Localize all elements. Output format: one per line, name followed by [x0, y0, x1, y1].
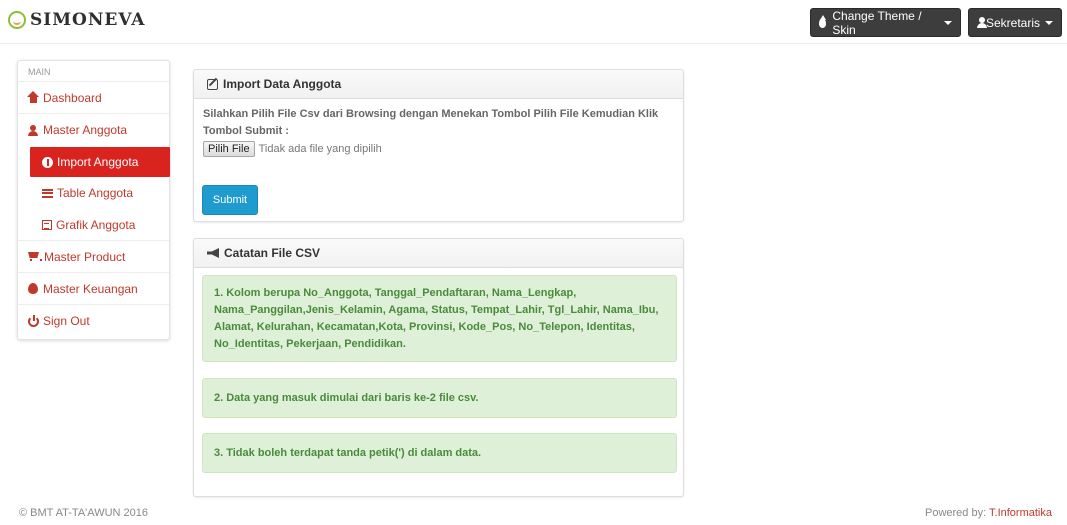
sidebar-item-label: Sign Out: [43, 314, 90, 328]
user-icon: [977, 17, 987, 28]
chart-icon: [42, 219, 52, 230]
sidebar-item-label: Dashboard: [43, 90, 102, 105]
list-icon: [42, 188, 53, 198]
sidebar-item-table-anggota[interactable]: Table Anggota: [18, 177, 169, 209]
panel-title: Import Data Anggota: [223, 77, 342, 91]
user-menu-label: Sekretaris: [985, 15, 1040, 30]
sidebar-item-master-keuangan[interactable]: Master Keuangan: [18, 273, 169, 305]
info-circle-icon: [42, 156, 53, 168]
sidebar-item-label: Table Anggota: [57, 186, 134, 200]
top-navbar: SIMONEVA Change Theme / Skin Sekretaris: [0, 0, 1067, 44]
panel-header: Import Data Anggota: [194, 70, 683, 99]
change-theme-button[interactable]: Change Theme / Skin: [810, 8, 961, 37]
sidebar-item-master-anggota[interactable]: Master Anggota: [18, 114, 169, 146]
panel-title: Catatan File CSV: [224, 246, 321, 260]
sidebar: MAIN Dashboard Master Anggota Import Ang…: [17, 60, 170, 340]
note-alert: 1. Kolom berupa No_Anggota, Tanggal_Pend…: [202, 275, 677, 362]
import-panel: Import Data Anggota Silahkan Pilih File …: [193, 69, 684, 222]
sidebar-section-label: MAIN: [18, 61, 169, 82]
sidebar-item-dashboard[interactable]: Dashboard: [18, 82, 169, 114]
note-text: 2. Data yang masuk dimulai dari baris ke…: [214, 391, 479, 404]
user-menu-button[interactable]: Sekretaris: [968, 8, 1062, 37]
panel-header: Catatan File CSV: [194, 239, 683, 268]
cart-icon: [28, 252, 42, 261]
sidebar-item-label: Master Anggota: [43, 123, 128, 137]
caret-down-icon: [944, 20, 952, 25]
footer-copyright: © BMT AT-TA'AWUN 2016: [19, 507, 148, 519]
bullhorn-icon: [207, 248, 219, 258]
csv-notes-panel: Catatan File CSV 1. Kolom berupa No_Angg…: [193, 238, 684, 497]
sidebar-item-import-anggota[interactable]: Import Anggota: [30, 147, 170, 177]
note-text: 1. Kolom berupa No_Anggota, Tanggal_Pend…: [214, 286, 659, 350]
choose-file-button[interactable]: Pilih File: [203, 141, 255, 157]
note-text: 3. Tidak boleh terdapat tanda petik(') d…: [214, 446, 482, 459]
fire-icon: [28, 283, 38, 294]
sidebar-item-label: Master Product: [44, 249, 126, 264]
home-icon: [27, 90, 39, 103]
brand-logo-icon: [8, 11, 26, 29]
change-theme-label: Change Theme / Skin: [832, 8, 922, 37]
edit-icon: [207, 78, 218, 90]
sidebar-item-master-product[interactable]: Master Product: [18, 241, 169, 273]
sidebar-item-label: Import Anggota: [57, 155, 139, 169]
brand[interactable]: SIMONEVA: [8, 10, 145, 30]
sidebar-item-label: Grafik Anggota: [56, 217, 136, 232]
user-icon: [28, 124, 38, 136]
file-status-text: Tidak ada file yang dipilih: [258, 143, 382, 155]
sidebar-item-grafik-anggota[interactable]: Grafik Anggota: [18, 209, 169, 241]
caret-down-icon: [1045, 20, 1053, 25]
tint-drop-icon: [819, 14, 827, 28]
note-alert: 3. Tidak boleh terdapat tanda petik(') d…: [202, 433, 677, 473]
powered-by-link[interactable]: T.Informatika: [989, 507, 1052, 519]
import-instruction: Silahkan Pilih File Csv dari Browsing de…: [203, 108, 659, 137]
sidebar-item-label: Master Keuangan: [43, 281, 138, 296]
note-alert: 2. Data yang masuk dimulai dari baris ke…: [202, 378, 677, 418]
footer-powered-by: Powered by: T.Informatika: [925, 507, 1052, 519]
power-icon: [28, 314, 39, 327]
sidebar-item-sign-out[interactable]: Sign Out: [18, 305, 169, 337]
submit-button[interactable]: Submit: [202, 185, 258, 215]
brand-name: SIMONEVA: [30, 10, 146, 30]
file-input[interactable]: Pilih File Tidak ada file yang dipilih: [203, 141, 382, 157]
powered-by-prefix: Powered by:: [925, 507, 990, 519]
